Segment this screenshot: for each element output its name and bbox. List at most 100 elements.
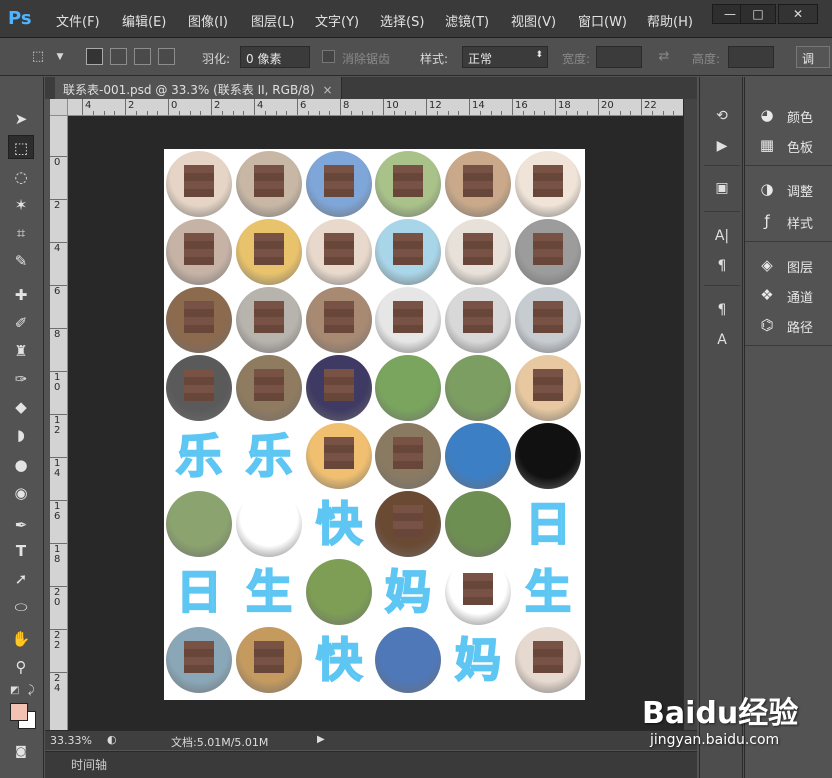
greeting-glyph: 日 bbox=[524, 496, 572, 552]
history-brush-tool-icon[interactable]: ✑ bbox=[8, 367, 34, 391]
hand-tool-icon[interactable]: ✋ bbox=[8, 627, 34, 651]
move-tool-icon[interactable]: ➤ bbox=[8, 107, 34, 131]
greeting-glyph: 生 bbox=[245, 564, 293, 620]
greeting-glyph: 日 bbox=[175, 564, 223, 620]
eraser-tool-icon[interactable]: ◆ bbox=[8, 395, 34, 419]
foreground-color-swatch[interactable] bbox=[10, 703, 28, 721]
greeting-glyph: 乐 bbox=[175, 428, 223, 484]
menu-view[interactable]: 视图(V) bbox=[511, 11, 556, 30]
close-tab-icon[interactable]: × bbox=[323, 83, 333, 97]
panel-layers[interactable]: ◈ 图层 bbox=[751, 253, 831, 277]
marquee-tool-icon[interactable]: ⬚ bbox=[8, 135, 34, 159]
default-colors-icon[interactable]: ◩ bbox=[10, 685, 19, 696]
blur-tool-icon[interactable]: ● bbox=[8, 453, 34, 477]
text-tile: 乐 bbox=[236, 423, 302, 489]
paragraph-styles-icon[interactable]: ¶ bbox=[710, 299, 734, 321]
antialias-label: 消除锯齿 bbox=[342, 52, 391, 66]
canvas-area[interactable]: 乐乐快日日生妈生快妈 bbox=[68, 116, 683, 730]
menu-filter[interactable]: 滤镜(T) bbox=[445, 11, 489, 30]
menu-window[interactable]: 窗口(W) bbox=[578, 11, 627, 30]
tools-panel: ➤ ⬚ ◌ ✶ ⌗ ✎ ✚ ✐ ♜ ✑ ◆ ◗ ● ◉ ✒ T ➚ ⬭ ✋ ⚲ … bbox=[0, 77, 44, 778]
photo-thumbnail bbox=[236, 491, 302, 557]
new-selection-button[interactable] bbox=[86, 48, 103, 65]
zoom-tool-icon[interactable]: ⚲ bbox=[8, 655, 34, 679]
document-tab[interactable]: 联系表-001.psd @ 33.3% (联系表 II, RGB/8) × bbox=[55, 77, 342, 99]
subtract-selection-button[interactable] bbox=[134, 48, 151, 65]
close-button[interactable]: ✕ bbox=[778, 4, 818, 24]
ruler-tick bbox=[426, 99, 427, 115]
type-tool-icon[interactable]: T bbox=[8, 539, 34, 563]
status-info-icon[interactable]: ◐ bbox=[107, 733, 117, 746]
style-select[interactable]: 正常 ⬍ bbox=[462, 46, 548, 68]
pixelated-face bbox=[324, 369, 354, 401]
zoom-level[interactable]: 33.33% bbox=[50, 734, 92, 747]
greeting-glyph: 乐 bbox=[245, 428, 293, 484]
feather-input[interactable]: 0 像素 bbox=[240, 46, 310, 68]
ruler-origin[interactable] bbox=[50, 99, 68, 116]
swap-icon[interactable]: ⇄ bbox=[654, 47, 674, 67]
vertical-scrollbar[interactable] bbox=[683, 99, 697, 730]
swatches-icon: ▦ bbox=[759, 136, 775, 154]
pen-tool-icon[interactable]: ✒ bbox=[8, 513, 34, 537]
status-menu-arrow-icon[interactable]: ▶ bbox=[317, 734, 325, 745]
horizontal-ruler[interactable]: 4 2 0 2 4 6 8 10 12 14 16 18 20 22 bbox=[68, 99, 683, 116]
menu-layer[interactable]: 图层(L) bbox=[251, 11, 294, 30]
dodge-tool-icon[interactable]: ◉ bbox=[8, 481, 34, 505]
chevron-down-icon[interactable]: ▼ bbox=[50, 47, 70, 67]
brush-tool-icon[interactable]: ✐ bbox=[8, 311, 34, 335]
path-selection-tool-icon[interactable]: ➚ bbox=[8, 567, 34, 591]
magic-wand-tool-icon[interactable]: ✶ bbox=[8, 193, 34, 217]
width-input[interactable] bbox=[596, 46, 642, 68]
photo-thumbnail bbox=[306, 287, 372, 353]
menu-edit[interactable]: 编辑(E) bbox=[122, 11, 166, 30]
history-panel-icon[interactable]: ⟲ bbox=[710, 105, 734, 127]
menu-bar: Ps 文件(F) 编辑(E) 图像(I) 图层(L) 文字(Y) 选择(S) 滤… bbox=[0, 0, 832, 38]
paint-bucket-tool-icon[interactable]: ◗ bbox=[8, 423, 34, 447]
marquee-preset-icon[interactable]: ⬚ bbox=[28, 47, 48, 67]
eyedropper-tool-icon[interactable]: ✎ bbox=[8, 249, 34, 273]
maximize-button[interactable]: □ bbox=[740, 4, 776, 24]
intersect-selection-button[interactable] bbox=[158, 48, 175, 65]
photo-thumbnail bbox=[236, 287, 302, 353]
panel-swatches[interactable]: ▦ 色板 bbox=[751, 133, 831, 157]
panel-adjustments[interactable]: ◑ 调整 bbox=[751, 177, 831, 201]
watermark-url: jingyan.baidu.com bbox=[650, 732, 780, 748]
paragraph-panel-icon[interactable]: ¶ bbox=[710, 255, 734, 277]
height-input[interactable] bbox=[728, 46, 774, 68]
add-to-selection-button[interactable] bbox=[110, 48, 127, 65]
pixelated-face bbox=[184, 369, 214, 401]
vertical-ruler[interactable]: 0 2 4 6 8 1 0 1 2 1 4 1 6 1 8 2 0 2 2 2 4 bbox=[50, 116, 68, 730]
panel-channels[interactable]: ❖ 通道 bbox=[751, 283, 831, 307]
lasso-tool-icon[interactable]: ◌ bbox=[8, 165, 34, 189]
menu-select[interactable]: 选择(S) bbox=[380, 11, 424, 30]
menu-image[interactable]: 图像(I) bbox=[188, 11, 228, 30]
panel-color[interactable]: ◕ 颜色 bbox=[751, 103, 831, 127]
document-tab-title: 联系表-001.psd @ 33.3% (联系表 II, RGB/8) bbox=[63, 83, 315, 97]
menu-help[interactable]: 帮助(H) bbox=[647, 11, 693, 30]
panel-label: 样式 bbox=[787, 217, 814, 232]
panel-paths[interactable]: ⌬ 路径 bbox=[751, 313, 831, 337]
timeline-tab[interactable]: 时间轴 bbox=[71, 756, 107, 773]
contact-sheet-document[interactable]: 乐乐快日日生妈生快妈 bbox=[164, 149, 585, 700]
menu-type[interactable]: 文字(Y) bbox=[315, 11, 359, 30]
ellipse-tool-icon[interactable]: ⬭ bbox=[8, 595, 34, 619]
pixelated-face bbox=[184, 165, 214, 197]
crop-tool-icon[interactable]: ⌗ bbox=[8, 221, 34, 245]
3d-panel-icon[interactable]: ▣ bbox=[710, 177, 734, 199]
clone-stamp-tool-icon[interactable]: ♜ bbox=[8, 339, 34, 363]
character-styles-icon[interactable]: A bbox=[710, 329, 734, 351]
ruler-label: 2 bbox=[54, 200, 61, 211]
healing-brush-tool-icon[interactable]: ✚ bbox=[8, 283, 34, 307]
menu-file[interactable]: 文件(F) bbox=[56, 11, 100, 30]
antialias-checkbox[interactable] bbox=[322, 50, 335, 63]
pixelated-face bbox=[393, 233, 423, 265]
panel-styles[interactable]: ƒ 样式 bbox=[751, 209, 831, 233]
character-panel-icon[interactable]: A| bbox=[710, 225, 734, 247]
actions-panel-icon[interactable]: ▶ bbox=[710, 135, 734, 157]
swap-colors-icon[interactable]: ⤸ bbox=[28, 683, 35, 697]
quick-mask-icon[interactable]: ◙ bbox=[8, 739, 34, 763]
refine-edge-button[interactable]: 调 bbox=[796, 46, 830, 68]
status-bar: 33.33% ◐ 文档:5.01M/5.01M ▶ bbox=[45, 730, 697, 750]
photo-thumbnail bbox=[306, 355, 372, 421]
ruler-label: 6 bbox=[54, 286, 61, 297]
